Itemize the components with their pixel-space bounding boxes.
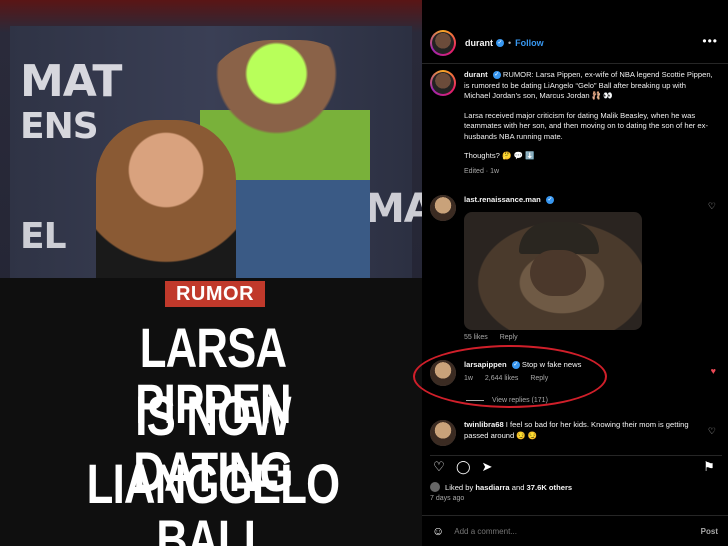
gif-hat [519,221,599,254]
caption-meta: Edited · 1w [464,167,500,175]
comment-username[interactable]: last.renaissance.man [464,195,541,204]
author-avatar[interactable] [430,70,456,96]
comment: twinlibra68 I feel so bad for her kids. … [430,420,722,446]
heart-icon[interactable]: ♡ [708,426,716,437]
verified-icon: ✓ [496,38,504,47]
heart-icon[interactable]: ♡ [432,460,446,474]
share-icon[interactable]: ➤ [480,460,494,474]
post-button[interactable]: Post [701,527,718,536]
comment-username[interactable]: twinlibra68 [464,420,504,429]
liker-username[interactable]: hasdiarra [475,483,509,492]
rumor-badge: RUMOR [165,281,265,307]
bookmark-icon[interactable]: ⚑ [702,460,716,474]
post-image: MAT ENS EL MA RUMOR LARSA PIPPEN IS NOW … [0,0,422,546]
comment-likes[interactable]: 55 likes [464,334,488,341]
likes-summary[interactable]: Liked by hasdiarra and 37.6K others [430,482,572,492]
caption-username[interactable]: durant [464,70,488,79]
likes-prefix: Liked by [445,482,474,492]
caption-paragraph: Larsa received major criticism for datin… [464,110,708,141]
gif-face [530,249,586,296]
highlight-circle [413,345,607,408]
verified-icon: ✓ [492,71,501,79]
post-header: durant ✓ • Follow ••• [422,22,728,64]
commenter-avatar[interactable] [430,195,456,221]
backdrop-text: MA [365,186,422,232]
comment: last.renaissance.man ✓ 55 likes Reply ♡ [430,195,722,343]
smile-icon[interactable]: ☺ [432,524,444,538]
backdrop-text: EL [20,216,67,257]
author-avatar[interactable] [430,29,456,56]
follow-button[interactable]: Follow [515,38,544,48]
headline-line: LIANGGELO BALL [86,452,340,546]
backdrop-text: ENS [20,106,99,147]
heart-icon[interactable]: ♥ [711,366,716,376]
commenter-avatar[interactable] [430,420,456,446]
post-time: 7 days ago [430,495,465,502]
liker-avatar [430,482,440,492]
caption-lead: RUMOR: Larsa Pippen, ex-wife of NBA lege… [464,70,713,100]
reply-button[interactable]: Reply [500,334,518,341]
comment-input[interactable] [454,526,675,536]
caption-paragraph: Thoughts? 🤔 💬 ⬇️ [464,151,535,160]
comment-gif[interactable] [464,211,642,330]
caption: durant ✓ RUMOR: Larsa Pippen, ex-wife of… [430,70,720,177]
author-username[interactable]: durant [465,38,493,48]
backdrop-text: MAT [20,56,122,107]
add-comment-bar: ☺ Post [422,515,728,546]
more-icon[interactable]: ••• [702,34,718,48]
verified-icon: ✓ [545,196,554,204]
likes-others[interactable]: 37.6K others [527,483,573,492]
post-actions: ♡ ◯ ➤ ⚑ [430,455,722,475]
heart-icon[interactable]: ♡ [708,201,716,212]
likes-joiner: and [511,482,525,492]
comment-icon[interactable]: ◯ [456,460,471,474]
separator-dot: • [508,37,512,48]
instagram-post-panel: durant ✓ • Follow ••• durant ✓ RUMOR: La… [422,0,728,546]
